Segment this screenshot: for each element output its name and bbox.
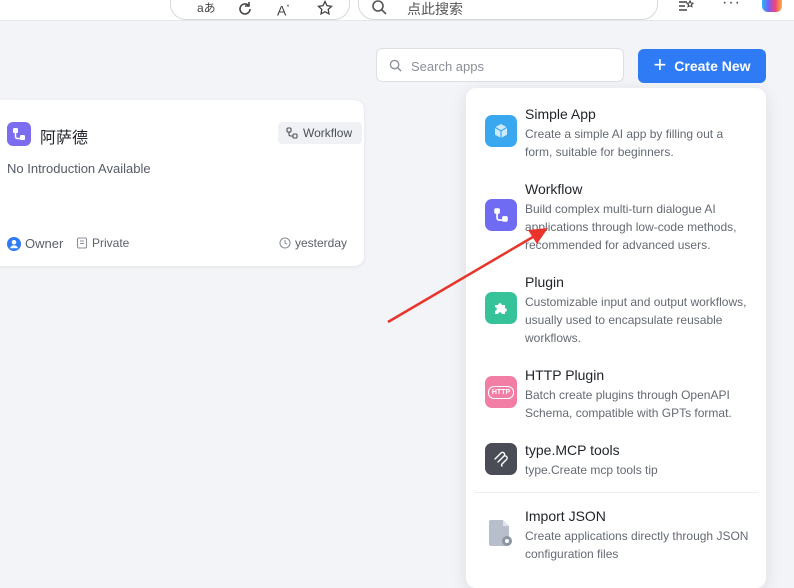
- browser-search-box[interactable]: 点此搜索: [358, 0, 658, 20]
- workflow-icon: [485, 199, 517, 231]
- browser-toolbar: aあ Aᐢ 点此搜索 ···: [0, 0, 794, 21]
- menu-item-title: Simple App: [525, 106, 596, 122]
- menu-item-http-plugin[interactable]: HTTP HTTP Plugin Batch create plugins th…: [466, 367, 766, 425]
- address-bar-actions: aあ Aᐢ: [170, 0, 350, 20]
- app-card[interactable]: 阿萨德 Workflow No Introduction Available O…: [0, 100, 364, 266]
- menu-item-description: type.Create mcp tools tip: [525, 463, 658, 477]
- clock-icon: [279, 237, 291, 249]
- search-apps-input[interactable]: [409, 55, 613, 77]
- menu-item-mcp-tools[interactable]: type.MCP tools type.Create mcp tools tip: [466, 442, 766, 482]
- menu-divider: [474, 492, 758, 493]
- menu-item-title: Import JSON: [525, 508, 606, 524]
- menu-item-plugin[interactable]: Plugin Customizable input and output wor…: [466, 274, 766, 350]
- app-updated-time: yesterday: [279, 236, 347, 250]
- private-icon: [76, 237, 88, 249]
- http-badge: HTTP: [487, 385, 515, 399]
- updated-label: yesterday: [295, 236, 348, 250]
- favorites-list-icon[interactable]: [677, 0, 695, 12]
- puzzle-icon: [485, 292, 517, 324]
- menu-item-title: Workflow: [525, 181, 583, 197]
- user-icon: [7, 236, 21, 251]
- app-visibility: Private: [76, 236, 129, 250]
- workflow-icon: [7, 122, 31, 146]
- menu-item-description: Create applications directly through JSO…: [525, 529, 749, 561]
- search-icon: [389, 59, 402, 72]
- menu-item-simple-app[interactable]: Simple App Create a simple AI app by fil…: [466, 106, 766, 164]
- menu-item-import-json[interactable]: Import JSON Create applications directly…: [466, 508, 766, 566]
- app-name: 阿萨德: [40, 130, 89, 147]
- menu-item-description: Customizable input and output workflows,…: [525, 295, 747, 345]
- browser-search-text: 点此搜索: [407, 1, 463, 17]
- plus-icon: +: [653, 52, 667, 77]
- refresh-icon[interactable]: [237, 1, 253, 17]
- menu-item-title: HTTP Plugin: [525, 367, 605, 383]
- search-apps-field[interactable]: [376, 48, 624, 82]
- cube-icon: [485, 115, 517, 147]
- copilot-icon[interactable]: [762, 0, 782, 12]
- menu-item-title: type.MCP tools: [525, 442, 620, 458]
- create-app-menu: Simple App Create a simple AI app by fil…: [466, 88, 766, 588]
- owner-label: Owner: [25, 236, 64, 251]
- json-file-icon: [485, 517, 517, 549]
- app-type-tag: Workflow: [278, 122, 363, 144]
- menu-item-description: Build complex multi-turn dialogue AI app…: [525, 202, 737, 252]
- menu-item-workflow[interactable]: Workflow Build complex multi-turn dialog…: [466, 181, 766, 257]
- menu-item-title: Plugin: [525, 274, 564, 290]
- search-icon: [372, 0, 387, 15]
- create-new-button[interactable]: + Create New: [638, 49, 766, 83]
- app-introduction: No Introduction Available: [7, 161, 151, 176]
- read-aloud-icon[interactable]: Aᐢ: [277, 1, 289, 18]
- visibility-label: Private: [92, 236, 130, 250]
- menu-item-description: Create a simple AI app by filling out a …: [525, 127, 724, 159]
- http-icon: HTTP: [485, 376, 517, 408]
- more-icon[interactable]: ···: [722, 0, 741, 12]
- mcp-icon: [485, 443, 517, 475]
- app-owner: Owner: [7, 236, 63, 251]
- workflow-icon: [286, 127, 298, 139]
- translate-icon[interactable]: aあ: [197, 1, 216, 15]
- app-type-label: Workflow: [303, 126, 353, 140]
- create-new-label: Create New: [674, 58, 751, 74]
- favorite-star-icon[interactable]: [317, 0, 333, 16]
- menu-item-description: Batch create plugins through OpenAPI Sch…: [525, 388, 732, 420]
